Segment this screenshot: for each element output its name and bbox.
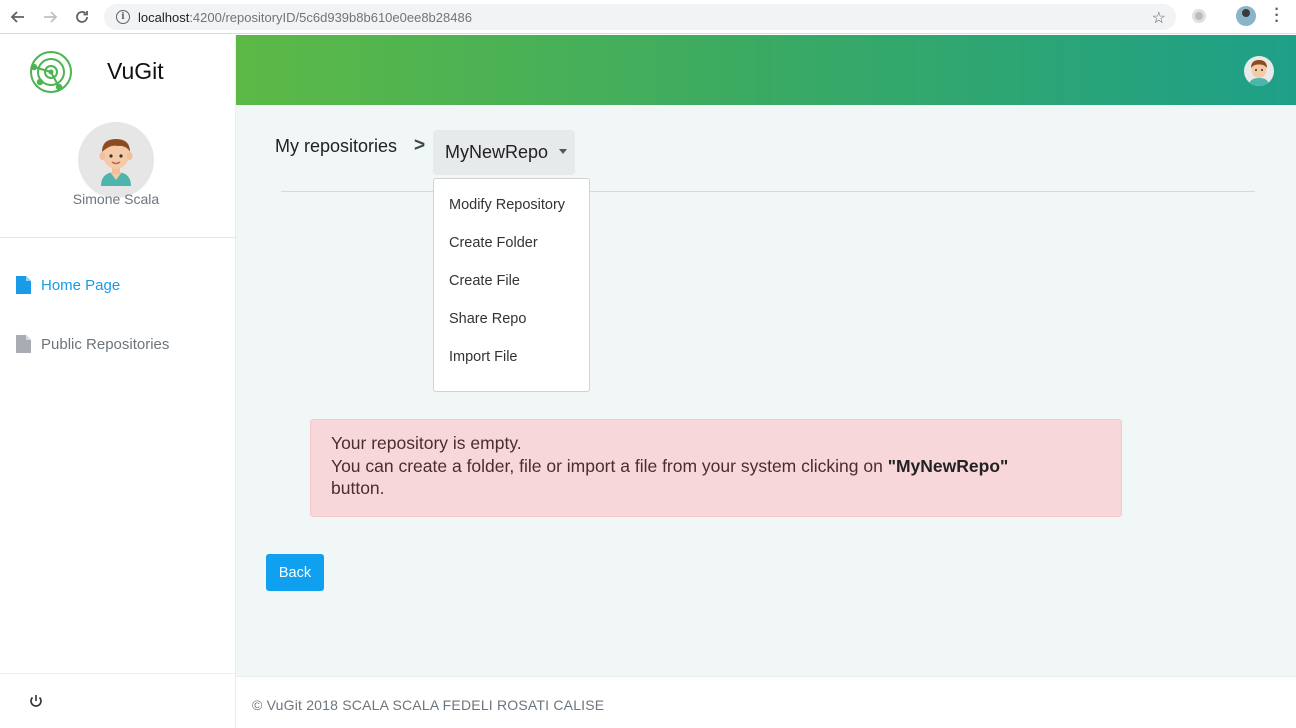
footer-copyright: © VuGit 2018 SCALA SCALA FEDELI ROSATI C…	[252, 697, 605, 713]
sidebar-item-public-repositories[interactable]: Public Repositories	[16, 335, 169, 353]
document-icon	[16, 335, 31, 353]
browser-menu-icon[interactable]: · · ·	[1274, 2, 1280, 30]
repo-dropdown-button[interactable]: MyNewRepo	[433, 130, 575, 175]
browser-profile-avatar[interactable]	[1236, 6, 1256, 26]
caret-down-icon	[559, 149, 567, 154]
url-path: :4200/repositoryID/5c6d939b8b610e0ee8b28…	[189, 9, 472, 25]
menu-item-modify-repository[interactable]: Modify Repository	[434, 186, 589, 224]
header-divider	[281, 191, 1255, 192]
sidebar-item-label: Home Page	[41, 276, 121, 294]
sidebar-item-home-page[interactable]: Home Page	[16, 276, 120, 294]
user-profile: Simone Scala	[0, 121, 236, 238]
info-icon[interactable]: i	[116, 10, 130, 24]
extension-icon[interactable]	[1192, 9, 1206, 23]
vugit-logo-icon	[30, 51, 72, 93]
empty-repo-alert: Your repository is empty. You can create…	[310, 419, 1122, 517]
breadcrumb-separator: >	[414, 135, 426, 156]
brand[interactable]: VuGit	[28, 49, 164, 95]
sidebar-item-label: Public Repositories	[41, 335, 170, 353]
document-icon	[16, 276, 31, 294]
brand-name: VuGit	[107, 58, 164, 84]
repo-dropdown-menu: Modify Repository Create Folder Create F…	[433, 178, 590, 392]
menu-item-create-file[interactable]: Create File	[434, 262, 589, 300]
alert-line-3: button.	[331, 478, 385, 498]
browser-toolbar: i localhost:4200/repositoryID/5c6d939b8b…	[0, 0, 1296, 34]
sidebar-divider	[0, 673, 236, 674]
menu-item-import-file[interactable]: Import File	[434, 338, 589, 376]
alert-line-2: You can create a folder, file or import …	[331, 455, 1101, 478]
alert-repo-name: "MyNewRepo"	[887, 455, 1009, 476]
top-header	[236, 35, 1296, 105]
user-avatar-icon	[1249, 60, 1269, 86]
forward-arrow-icon[interactable]	[36, 3, 64, 31]
back-arrow-icon[interactable]	[4, 3, 32, 31]
sidebar: VuGit Simone Scala Home Page Public Repo…	[0, 35, 236, 728]
alert-line-1: Your repository is empty.	[331, 433, 522, 453]
menu-item-create-folder[interactable]: Create Folder	[434, 224, 589, 262]
address-bar[interactable]: i localhost:4200/repositoryID/5c6d939b8b…	[104, 4, 1176, 30]
power-icon[interactable]	[28, 693, 44, 709]
repo-dropdown-label: MyNewRepo	[445, 142, 549, 162]
footer: © VuGit 2018 SCALA SCALA FEDELI ROSATI C…	[236, 676, 1296, 728]
bookmark-star-icon[interactable]: ☆	[1152, 8, 1166, 28]
header-avatar[interactable]	[1244, 56, 1274, 86]
main-content: My repositories > MyNewRepo Modify Repos…	[236, 105, 1296, 676]
back-button[interactable]: Back	[266, 554, 324, 591]
breadcrumb-my-repositories[interactable]: My repositories	[275, 136, 397, 157]
alert-line-2-text: You can create a folder, file or import …	[331, 455, 888, 476]
reload-icon[interactable]	[68, 3, 96, 31]
user-name: Simone Scala	[72, 191, 160, 207]
avatar[interactable]	[78, 122, 154, 198]
user-avatar-icon	[99, 139, 133, 186]
url-host: localhost	[138, 9, 190, 25]
menu-item-share-repo[interactable]: Share Repo	[434, 300, 589, 338]
